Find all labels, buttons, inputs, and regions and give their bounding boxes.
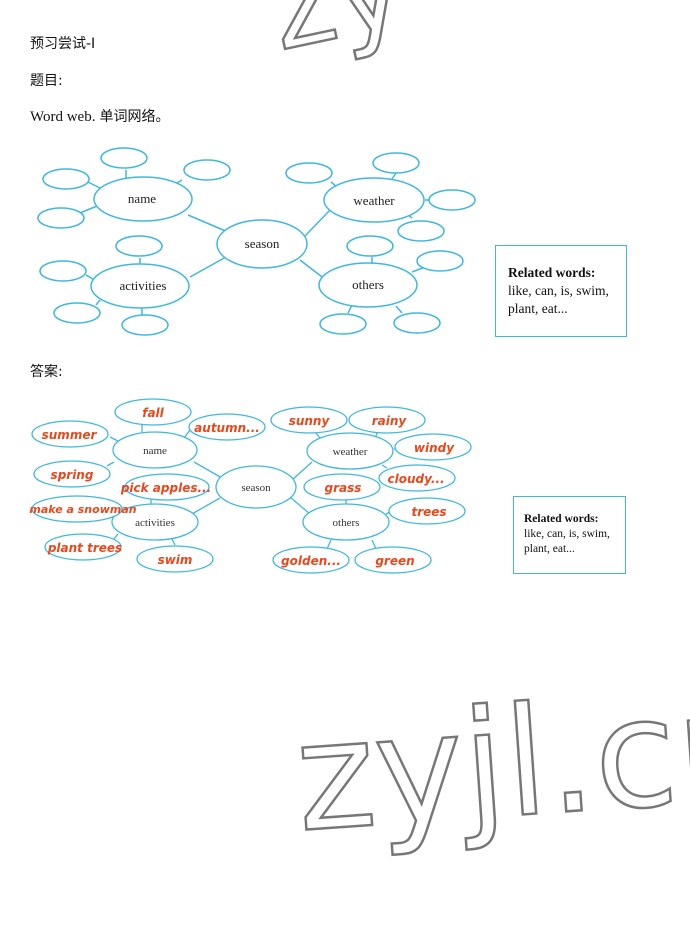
answer-word: plant trees [47,541,122,555]
answer-word: pick apples... [120,481,211,495]
branch-label-others: others [333,517,360,529]
answer-word: green [375,554,414,568]
answer-word: windy [414,441,455,455]
answer-word: trees [411,505,446,519]
branch-label-activities: activities [135,517,175,529]
answer-word-web: season name weather activities others fa… [29,398,472,574]
answer-word: swim [158,553,193,567]
answer-word: rainy [372,414,408,428]
answer-word: summer [42,428,98,442]
related-words-box-answer: Related words: like, can, is, swim, plan… [513,496,626,574]
related-words-line1: like, can, is, swim, [524,528,610,540]
answer-word: make a snowman [29,503,136,516]
branch-label-name: name [143,445,167,457]
branch-label-weather: weather [333,446,368,458]
answer-word: fall [142,406,164,420]
answer-word: golden... [281,554,341,568]
related-words-title: Related words: [524,513,599,525]
answer-word: sunny [289,414,331,428]
answer-word: autumn... [194,421,260,435]
answer-word: cloudy... [388,472,445,486]
answer-word: grass [325,481,362,495]
answer-word: spring [51,468,94,482]
center-label: season [241,482,271,494]
related-words-line2: plant, eat... [524,543,575,555]
